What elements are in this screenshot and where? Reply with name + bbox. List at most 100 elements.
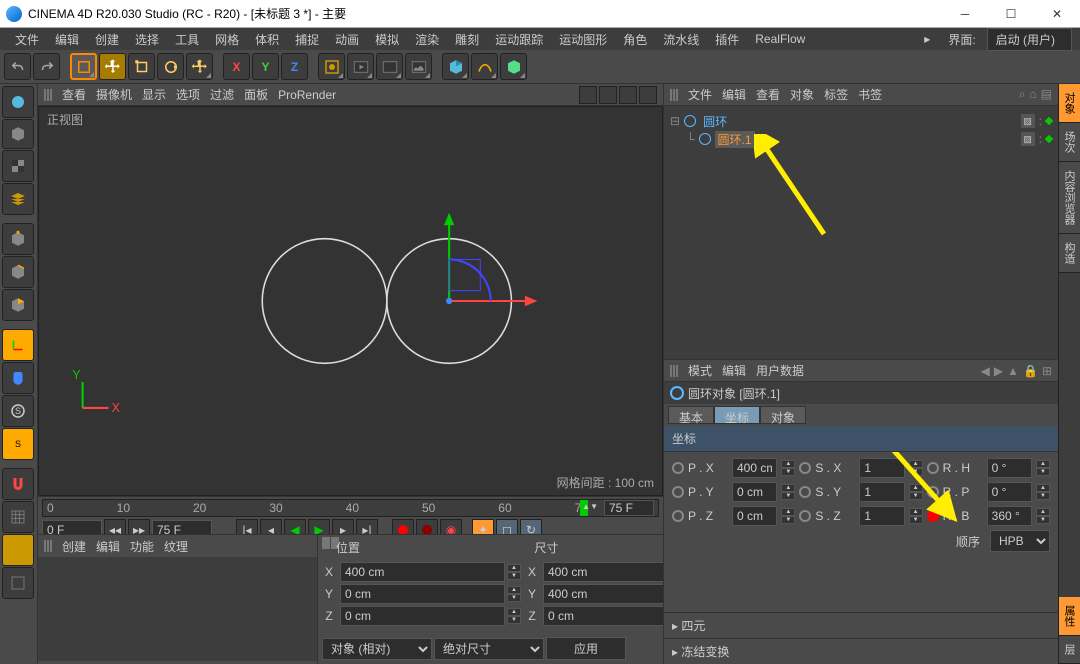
attr-R . P[interactable] bbox=[987, 482, 1032, 502]
collapse-freeze[interactable]: ▸ 冻结变换 bbox=[664, 638, 1058, 664]
primitive-button[interactable] bbox=[442, 53, 469, 80]
keyframe-dot[interactable] bbox=[672, 510, 684, 522]
keyframe-dot[interactable] bbox=[927, 462, 939, 474]
keyframe-dot[interactable] bbox=[799, 486, 811, 498]
maximize-button[interactable]: ☐ bbox=[988, 0, 1034, 28]
vpmenu-显示[interactable]: 显示 bbox=[142, 86, 166, 103]
menu-模拟[interactable]: 模拟 bbox=[368, 29, 406, 50]
menu-创建[interactable]: 创建 bbox=[88, 29, 126, 50]
poly-mode[interactable] bbox=[2, 289, 34, 321]
vtab-browser[interactable]: 内容浏览器 bbox=[1059, 162, 1080, 234]
coordtab-创建[interactable]: 创建 bbox=[62, 538, 86, 555]
select-tool[interactable] bbox=[70, 53, 97, 80]
menu-网格[interactable]: 网格 bbox=[208, 29, 246, 50]
tree-item-0[interactable]: 圆环 bbox=[700, 113, 730, 130]
y-axis-toggle[interactable]: Y bbox=[252, 53, 279, 80]
extra-tool-2[interactable] bbox=[2, 567, 34, 599]
render-view-button[interactable] bbox=[318, 53, 345, 80]
vpmenu-面板[interactable]: 面板 bbox=[244, 86, 268, 103]
keyframe-dot[interactable] bbox=[927, 510, 939, 522]
pos-Z[interactable] bbox=[340, 606, 505, 626]
menu-角色[interactable]: 角色 bbox=[616, 29, 654, 50]
attr-R . B[interactable] bbox=[987, 506, 1032, 526]
coordtab-编辑[interactable]: 编辑 bbox=[96, 538, 120, 555]
interface-dropdown[interactable]: 启动 (用户) bbox=[987, 28, 1072, 51]
model-mode[interactable] bbox=[2, 86, 34, 118]
attr-S . X[interactable] bbox=[859, 458, 904, 478]
generator-button[interactable] bbox=[500, 53, 527, 80]
x-axis-toggle[interactable]: X bbox=[223, 53, 250, 80]
attr-S . Y[interactable] bbox=[859, 482, 904, 502]
objmenu-文件[interactable]: 文件 bbox=[688, 86, 712, 103]
z-axis-toggle[interactable]: Z bbox=[281, 53, 308, 80]
snap-tool[interactable]: S bbox=[2, 395, 34, 427]
undo-button[interactable] bbox=[4, 53, 31, 80]
redo-button[interactable] bbox=[33, 53, 60, 80]
vpmenu-ProRender[interactable]: ProRender bbox=[278, 88, 336, 102]
magnet-tool[interactable] bbox=[2, 468, 34, 500]
attr-tab-基本[interactable]: 基本 bbox=[668, 406, 714, 424]
object-tree[interactable]: ⊟ 圆环 ▨ : └ 圆环.1 ▨ : bbox=[664, 106, 1058, 359]
point-mode[interactable] bbox=[2, 223, 34, 255]
attr-lock-icon[interactable]: 🔒 bbox=[1023, 364, 1038, 378]
spline-button[interactable] bbox=[471, 53, 498, 80]
attr-next-icon[interactable]: ▶ bbox=[994, 364, 1003, 378]
viewport[interactable]: 正视图 Y X 网格间距 : bbox=[38, 106, 663, 496]
attr-P . X[interactable] bbox=[732, 458, 777, 478]
menu-运动图形[interactable]: 运动图形 bbox=[552, 29, 614, 50]
coord-mode2[interactable]: 绝对尺寸 bbox=[434, 638, 544, 660]
objmenu-查看[interactable]: 查看 bbox=[756, 86, 780, 103]
menu-捕捉[interactable]: 捕捉 bbox=[288, 29, 326, 50]
grid-tool[interactable] bbox=[2, 501, 34, 533]
menu-渲染[interactable]: 渲染 bbox=[408, 29, 446, 50]
keyframe-dot[interactable] bbox=[927, 486, 939, 498]
move-tool[interactable] bbox=[99, 53, 126, 80]
menu-文件[interactable]: 文件 bbox=[8, 29, 46, 50]
vtab-structure[interactable]: 构造 bbox=[1059, 234, 1080, 273]
texture-mode[interactable] bbox=[2, 119, 34, 149]
tree-tag[interactable]: ▨ bbox=[1021, 132, 1035, 146]
tex-axis-mode[interactable] bbox=[2, 150, 34, 182]
search-icon[interactable]: ⌕ bbox=[1019, 87, 1026, 102]
render-pv-button[interactable] bbox=[347, 53, 374, 80]
menu-动画[interactable]: 动画 bbox=[328, 29, 366, 50]
visibility-dot[interactable] bbox=[1045, 135, 1053, 143]
edge-mode[interactable] bbox=[2, 256, 34, 288]
vp-nav-1[interactable] bbox=[579, 86, 597, 104]
menu-体积[interactable]: 体积 bbox=[248, 29, 286, 50]
workplane-mode[interactable] bbox=[2, 183, 34, 215]
vtab-takes[interactable]: 场次 bbox=[1059, 123, 1080, 162]
keyframe-dot[interactable] bbox=[672, 486, 684, 498]
render-settings-button[interactable] bbox=[376, 53, 403, 80]
menu-插件[interactable]: 插件 bbox=[708, 29, 746, 50]
rotate-tool[interactable] bbox=[157, 53, 184, 80]
coordtab-功能[interactable]: 功能 bbox=[130, 538, 154, 555]
vpmenu-查看[interactable]: 查看 bbox=[62, 86, 86, 103]
pos-Y[interactable] bbox=[340, 584, 505, 604]
menu-选择[interactable]: 选择 bbox=[128, 29, 166, 50]
menu-雕刻[interactable]: 雕刻 bbox=[448, 29, 486, 50]
keyframe-dot[interactable] bbox=[799, 510, 811, 522]
visibility-dot[interactable] bbox=[1045, 117, 1053, 125]
menu-运动跟踪[interactable]: 运动跟踪 bbox=[488, 29, 550, 50]
vpmenu-过滤[interactable]: 过滤 bbox=[210, 86, 234, 103]
minimize-button[interactable]: ─ bbox=[942, 0, 988, 28]
vtab-objects[interactable]: 对象 bbox=[1059, 84, 1080, 123]
attr-tab-对象[interactable]: 对象 bbox=[760, 406, 806, 424]
vpmenu-选项[interactable]: 选项 bbox=[176, 86, 200, 103]
attr-R . H[interactable] bbox=[987, 458, 1032, 478]
menu-流水线[interactable]: 流水线 bbox=[656, 29, 706, 50]
vp-nav-3[interactable] bbox=[619, 86, 637, 104]
attr-S . Z[interactable] bbox=[859, 506, 904, 526]
attr-prev-icon[interactable]: ◀ bbox=[981, 364, 990, 378]
attrmenu-用户数据[interactable]: 用户数据 bbox=[756, 362, 804, 379]
vp-nav-2[interactable] bbox=[599, 86, 617, 104]
home-icon[interactable]: ⌂ bbox=[1029, 87, 1036, 102]
attr-P . Y[interactable] bbox=[732, 482, 777, 502]
attr-up-icon[interactable]: ▲ bbox=[1007, 364, 1019, 378]
collapse-quaternion[interactable]: ▸ 四元 bbox=[664, 612, 1058, 638]
menu-编辑[interactable]: 编辑 bbox=[48, 29, 86, 50]
vpmenu-摄像机[interactable]: 摄像机 bbox=[96, 86, 132, 103]
apply-button[interactable]: 应用 bbox=[546, 637, 626, 660]
axis-tool[interactable] bbox=[2, 329, 34, 361]
